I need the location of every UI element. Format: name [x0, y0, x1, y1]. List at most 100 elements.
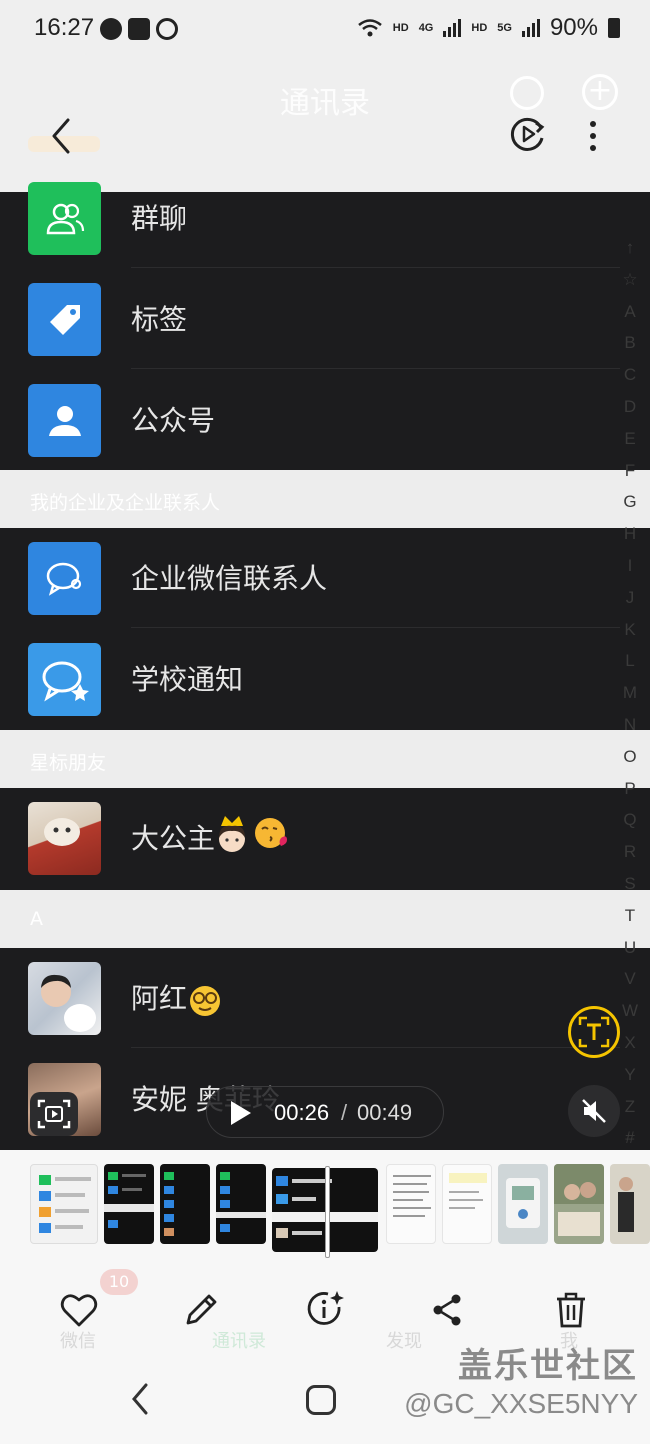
princess-emoji-icon	[213, 814, 251, 856]
index-letter[interactable]: O	[623, 741, 636, 773]
index-letter[interactable]: R	[624, 836, 636, 868]
index-letter[interactable]: X	[624, 1027, 635, 1059]
index-letter[interactable]: N	[624, 709, 636, 741]
hd-label: HD	[392, 22, 409, 34]
contact-row-a-hong[interactable]: 阿红	[0, 948, 650, 1048]
section-header-label: 我的企业及企业联系人	[30, 492, 221, 514]
index-letter[interactable]: Y	[624, 1059, 635, 1091]
thumbnail[interactable]	[216, 1164, 266, 1244]
school-notice-icon	[28, 643, 101, 716]
share-button[interactable]	[424, 1287, 470, 1333]
heart-icon	[60, 1294, 98, 1327]
index-letter[interactable]: P	[624, 773, 635, 805]
index-letter[interactable]: Q	[623, 804, 636, 836]
index-letter[interactable]: U	[624, 932, 636, 964]
trash-icon	[557, 1292, 585, 1328]
index-letter[interactable]: F	[625, 455, 635, 487]
watermark-brand: 盖乐世社区	[458, 1346, 638, 1386]
index-letter[interactable]: V	[624, 963, 635, 995]
ghost-add-icon: +	[582, 74, 618, 110]
index-letter[interactable]: S	[624, 868, 635, 900]
index-letter[interactable]: ☆	[622, 264, 637, 296]
thumbnail[interactable]	[610, 1164, 650, 1244]
thumbnail[interactable]	[30, 1164, 98, 1244]
thumbnail[interactable]	[386, 1164, 436, 1244]
nerd-emoji-icon	[188, 984, 222, 1018]
video-total-time: 00:49	[357, 1100, 413, 1125]
thumbnail[interactable]	[442, 1164, 492, 1244]
index-letter[interactable]: K	[624, 614, 635, 646]
back-arrow-icon	[52, 118, 70, 154]
details-button[interactable]	[302, 1287, 348, 1333]
status-time: 16:27	[34, 14, 95, 41]
edit-button[interactable]	[178, 1287, 224, 1333]
index-letter[interactable]: T	[625, 900, 635, 932]
official-account-icon	[28, 384, 101, 457]
ghost-unread-badge: 10	[100, 1269, 138, 1295]
contact-row-tags[interactable]: 标签	[0, 269, 650, 369]
thumbnail[interactable]	[498, 1164, 548, 1244]
nav-back-icon	[132, 1383, 148, 1415]
text-extract-button[interactable]	[568, 1006, 620, 1058]
index-letter[interactable]: D	[624, 391, 636, 423]
index-letter[interactable]: A	[624, 296, 635, 328]
index-letter[interactable]: I	[628, 550, 633, 582]
more-options-button[interactable]	[584, 116, 602, 156]
kiss-emoji-icon	[254, 816, 288, 850]
motion-play-icon	[510, 117, 545, 151]
motion-photo-button[interactable]	[508, 114, 548, 154]
capture-frame-button[interactable]	[30, 1092, 78, 1136]
share-icon	[433, 1294, 461, 1326]
contact-row-starred[interactable]: 大公主	[0, 788, 650, 888]
ghost-search-icon	[510, 76, 544, 110]
nav-home-button[interactable]	[306, 1385, 336, 1415]
play-button[interactable]	[229, 1099, 253, 1127]
capture-frame-icon	[37, 1099, 71, 1129]
row-divider	[131, 267, 620, 268]
index-letter[interactable]: G	[623, 486, 636, 518]
ghost-tab-discover: 发现	[386, 1331, 422, 1352]
do-not-disturb-icon	[156, 18, 178, 40]
tag-icon	[28, 283, 101, 356]
contact-row-school-notice[interactable]: 学校通知	[0, 629, 650, 729]
contact-row-wecom[interactable]: 企业微信联系人	[0, 528, 650, 628]
index-letter[interactable]: H	[624, 518, 636, 550]
mute-button[interactable]	[568, 1085, 620, 1137]
video-current-time: 00:26	[274, 1100, 330, 1125]
contact-row-group-chat[interactable]: 群聊	[0, 168, 650, 268]
wifi-icon	[358, 19, 382, 37]
speaker-muted-icon	[582, 1099, 606, 1123]
video-time-separator: /	[341, 1100, 348, 1125]
contact-row-label: 阿红	[131, 982, 188, 1015]
signal-icon-2	[521, 19, 540, 37]
section-header-a: A	[0, 890, 650, 948]
delete-button[interactable]	[548, 1287, 594, 1333]
gallery-filmstrip[interactable]	[0, 1150, 650, 1265]
contact-row-label: 学校通知	[131, 663, 244, 696]
status-bar: 16:27 HD 4G HD 5G 90%	[0, 0, 650, 62]
index-letter[interactable]: C	[624, 359, 636, 391]
index-letter[interactable]: M	[623, 677, 637, 709]
thumbnail[interactable]	[554, 1164, 604, 1244]
alphabet-index-bar[interactable]: ↑ ☆ A B C D E F G H I J K L M N O P Q R S T U V W X Y Z #	[618, 232, 642, 1154]
thumbnail[interactable]	[160, 1164, 210, 1244]
back-button[interactable]	[44, 114, 84, 158]
filmstrip-scrubber[interactable]	[325, 1166, 330, 1258]
wecom-icon	[28, 542, 101, 615]
contact-row-official-accounts[interactable]: 公众号	[0, 370, 650, 470]
index-letter[interactable]: L	[625, 645, 634, 677]
favorite-button[interactable]	[56, 1287, 102, 1333]
nav-back-button[interactable]	[126, 1381, 156, 1417]
section-header-enterprise: 我的企业及企业联系人	[0, 470, 650, 528]
index-letter[interactable]: E	[624, 423, 635, 455]
index-letter[interactable]: B	[624, 327, 635, 359]
index-letter[interactable]: J	[626, 582, 635, 614]
thumbnail[interactable]	[104, 1164, 154, 1244]
index-letter[interactable]: ↑	[626, 232, 635, 264]
index-letter[interactable]: W	[622, 995, 638, 1027]
section-header-label: A	[30, 908, 43, 930]
ghost-page-title: 通讯录	[280, 86, 370, 121]
hd-label-2: HD	[471, 22, 488, 34]
index-letter[interactable]: Z	[625, 1091, 635, 1123]
avatar	[28, 802, 101, 875]
